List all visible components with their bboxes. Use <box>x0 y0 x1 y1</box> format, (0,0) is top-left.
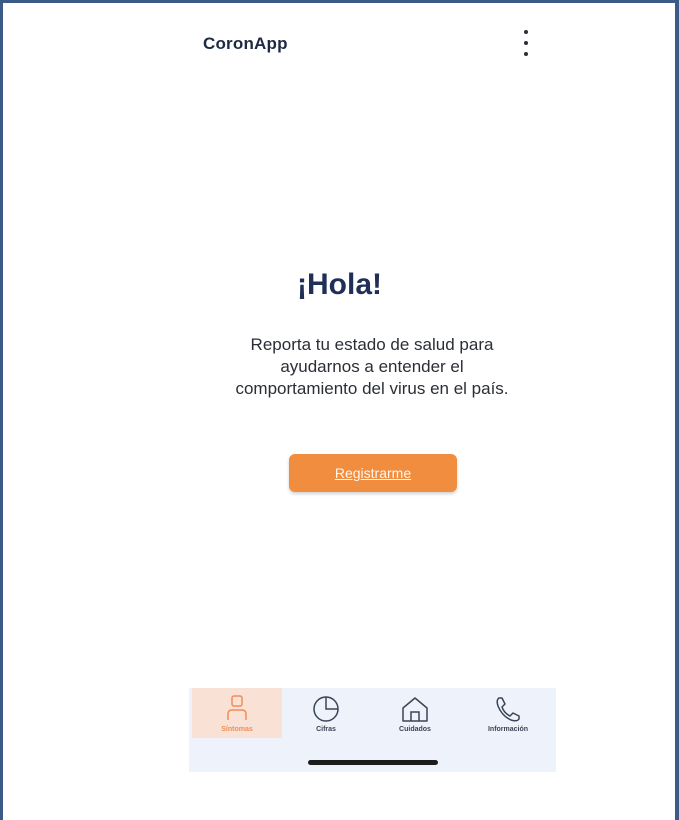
register-button[interactable]: Registrarme <box>289 454 457 492</box>
home-icon <box>402 697 428 722</box>
tab-label: Cifras <box>316 726 336 733</box>
tab-sintomas[interactable]: Síntomas <box>192 688 282 738</box>
tab-informacion[interactable]: Información <box>463 688 553 738</box>
register-button-label: Registrarme <box>334 465 412 481</box>
app-title: CoronApp <box>203 34 288 53</box>
tab-cuidados[interactable]: Cuidados <box>370 688 460 738</box>
tab-label: Información <box>487 726 529 733</box>
tab-cifras[interactable]: Cifras <box>281 688 371 738</box>
person-icon <box>227 695 247 720</box>
intro-message: Reporta tu estado de salud para ayudarno… <box>235 335 509 398</box>
greeting-heading: ¡Hola! <box>297 268 382 301</box>
pie-chart-icon <box>313 696 339 722</box>
tab-label: Cuidados <box>399 726 431 733</box>
tab-label: Síntomas <box>221 726 253 733</box>
kebab-dot <box>524 52 528 56</box>
home-indicator[interactable] <box>308 760 438 765</box>
more-vert-icon[interactable] <box>518 28 534 58</box>
kebab-dot <box>524 41 528 45</box>
kebab-dot <box>524 30 528 34</box>
phone-icon <box>496 697 520 722</box>
